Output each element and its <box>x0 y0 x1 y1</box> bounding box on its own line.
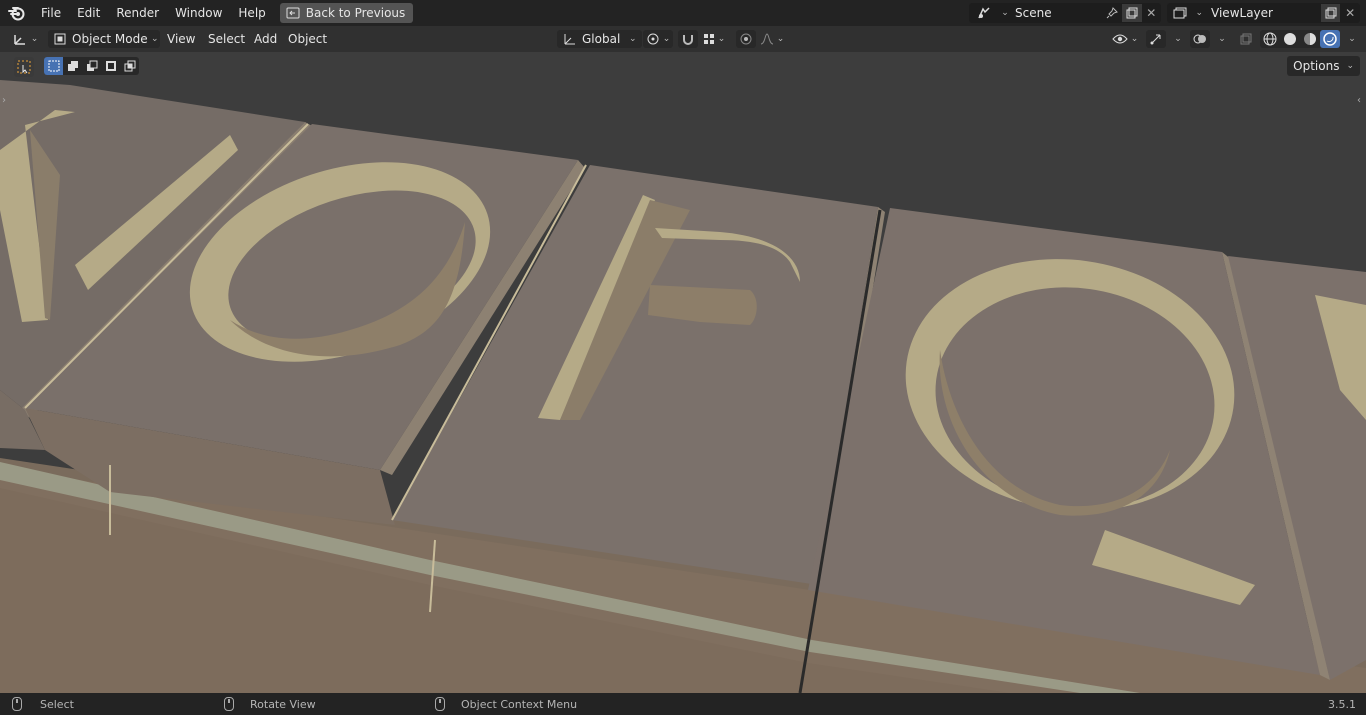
chevron-down-icon: ⌄ <box>717 34 726 44</box>
status-context-menu-label: Object Context Menu <box>461 697 578 711</box>
overlay-dropdown-chevron-icon[interactable]: ⌄ <box>1215 30 1229 48</box>
material-shading-icon[interactable] <box>1300 32 1320 46</box>
select-intersect-icon[interactable] <box>120 57 139 75</box>
menu-add[interactable]: Add <box>247 30 284 48</box>
xray-icon <box>1240 33 1252 45</box>
proportional-edit-toggle[interactable] <box>736 30 756 48</box>
chevron-down-icon: ⌄ <box>776 34 785 44</box>
snap-toggle[interactable] <box>678 30 698 48</box>
top-bar: File Edit Render Window Help Back to Pre… <box>0 0 1366 26</box>
status-bar: Select Rotate View Object Context Menu 3… <box>0 693 1366 715</box>
solid-shading-icon[interactable] <box>1280 32 1300 46</box>
menu-render[interactable]: Render <box>108 0 167 26</box>
mouse-left-icon <box>12 697 22 711</box>
magnet-icon <box>682 33 694 45</box>
viewlayer-name[interactable]: ViewLayer <box>1211 6 1321 20</box>
chevron-down-icon: ⌄ <box>1001 8 1009 18</box>
select-invert-icon[interactable] <box>101 57 120 75</box>
pin-icon[interactable] <box>1103 7 1122 19</box>
rendered-shading-icon[interactable] <box>1320 30 1340 48</box>
viewport-header: ⌄ Object Mode ⌄ View Select Add Object G… <box>0 26 1366 52</box>
eye-icon <box>1112 33 1128 45</box>
status-select: Select <box>12 693 74 715</box>
chevron-down-icon: ⌄ <box>1130 34 1139 44</box>
3d-viewport[interactable]: › ‹ <box>0 52 1366 693</box>
menu-select[interactable]: Select <box>201 30 252 48</box>
mouse-right-icon <box>435 697 445 711</box>
svg-text:‹: ‹ <box>1357 95 1361 106</box>
version-label: 3.5.1 <box>1328 697 1356 711</box>
menu-view[interactable]: View <box>160 30 202 48</box>
scene-icon <box>969 6 998 20</box>
viewport-scene: › ‹ <box>0 52 1366 693</box>
close-viewlayer-icon[interactable]: ✕ <box>1340 6 1360 20</box>
back-arrow-icon <box>286 7 300 19</box>
scene-selector[interactable]: ⌄ Scene ✕ <box>969 3 1161 23</box>
status-context-menu: Object Context Menu <box>435 693 577 715</box>
options-label: Options <box>1293 59 1340 73</box>
wireframe-shading-icon[interactable] <box>1260 32 1280 46</box>
gizmo-toggle[interactable] <box>1146 30 1166 48</box>
status-rotate: Rotate View <box>224 693 316 715</box>
transform-orientation-label: Global <box>582 32 621 46</box>
chevron-down-icon: ⌄ <box>1195 8 1204 18</box>
visibility-dropdown[interactable]: ⌄ <box>1110 30 1140 48</box>
editor-type-button[interactable]: ⌄ <box>8 30 42 48</box>
select-new-icon[interactable] <box>44 57 63 75</box>
transform-orientation-dropdown[interactable]: Global ⌄ <box>557 30 642 48</box>
menu-file[interactable]: File <box>33 0 69 26</box>
gizmo-dropdown-chevron-icon[interactable]: ⌄ <box>1171 30 1185 48</box>
new-viewlayer-icon[interactable] <box>1320 4 1341 22</box>
object-mode-label: Object Mode <box>72 32 148 46</box>
menu-help[interactable]: Help <box>230 0 273 26</box>
xray-toggle[interactable] <box>1236 30 1256 48</box>
options-dropdown[interactable]: Options ⌄ <box>1287 56 1360 76</box>
viewlayer-selector[interactable]: ⌄ ViewLayer ✕ <box>1167 3 1360 23</box>
snap-target-dropdown[interactable]: ⌄ <box>700 30 728 48</box>
proportional-edit-icon <box>740 33 752 45</box>
falloff-dropdown[interactable]: ⌄ <box>758 30 786 48</box>
overlay-toggle[interactable] <box>1190 30 1210 48</box>
falloff-curve-icon <box>760 33 774 45</box>
scene-name[interactable]: Scene <box>1015 6 1103 20</box>
orientation-axis-icon <box>562 32 578 46</box>
axis-icon <box>12 32 28 46</box>
back-to-previous-button[interactable]: Back to Previous <box>279 3 414 23</box>
select-box-tool[interactable] <box>14 57 34 77</box>
chevron-down-icon: ⌄ <box>662 34 671 44</box>
chevron-down-icon: ⌄ <box>629 34 637 44</box>
gizmo-icon <box>1149 32 1163 46</box>
select-subtract-icon[interactable] <box>82 57 101 75</box>
back-to-previous-label: Back to Previous <box>305 6 406 20</box>
grid-snap-icon <box>703 33 715 45</box>
chevron-down-icon: ⌄ <box>1346 61 1354 71</box>
chevron-down-icon: ⌄ <box>151 34 159 44</box>
svg-text:›: › <box>2 95 6 106</box>
shading-mode-group <box>1260 30 1340 48</box>
selection-mode-group <box>44 57 139 75</box>
close-scene-icon[interactable]: ✕ <box>1142 6 1161 20</box>
viewlayer-icon <box>1167 7 1192 19</box>
menu-edit[interactable]: Edit <box>69 0 108 26</box>
chevron-down-icon: ⌄ <box>30 34 39 44</box>
pivot-point-dropdown[interactable]: ⌄ <box>643 30 673 48</box>
object-mode-dropdown[interactable]: Object Mode ⌄ <box>48 30 160 48</box>
shading-dropdown-chevron-icon[interactable]: ⌄ <box>1345 30 1359 48</box>
mouse-middle-icon <box>224 697 234 711</box>
status-select-label: Select <box>40 697 74 711</box>
pivot-icon <box>646 32 660 46</box>
new-scene-icon[interactable] <box>1122 4 1142 22</box>
select-box-icon <box>16 59 32 75</box>
object-mode-icon <box>52 33 68 45</box>
overlay-icon <box>1193 32 1207 46</box>
status-rotate-label: Rotate View <box>250 697 316 711</box>
select-extend-icon[interactable] <box>63 57 82 75</box>
menu-window[interactable]: Window <box>167 0 230 26</box>
menu-object[interactable]: Object <box>281 30 334 48</box>
blender-logo-icon[interactable] <box>7 3 27 23</box>
